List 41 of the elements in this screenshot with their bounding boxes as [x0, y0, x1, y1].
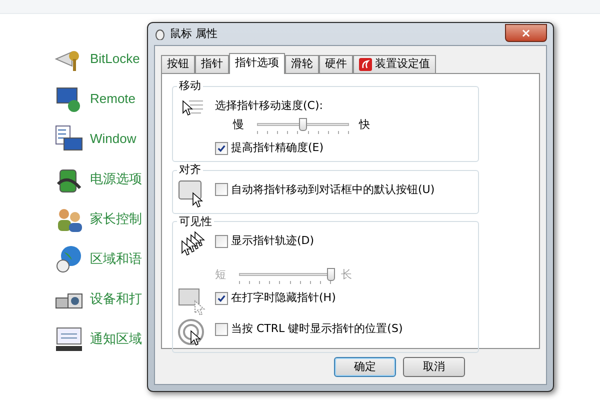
group-title: 移动: [178, 78, 202, 94]
checkbox-label: 当按 CTRL 键时显示指针的位置(S): [231, 321, 403, 337]
tab[interactable]: 装置设定值: [353, 55, 436, 73]
checkbox-label: 在打字时隐藏指针(H): [231, 290, 336, 306]
slider-thumb[interactable]: [299, 118, 307, 131]
checkbox-label: 提高指针精确度(E): [231, 140, 324, 156]
group-title: 可见性: [178, 214, 213, 230]
tab[interactable]: 按钮: [161, 55, 195, 73]
checkbox-label: 自动将指针移动到对话框中的默认按钮(U): [231, 182, 435, 198]
slider-min-label: 慢: [233, 116, 245, 133]
group-title: 对齐: [178, 162, 202, 178]
control-panel-link[interactable]: Window: [90, 129, 136, 149]
control-panel-link[interactable]: 通知区域: [90, 329, 142, 349]
dialog-button[interactable]: 确定: [334, 357, 396, 377]
slider-min-label: 短: [215, 266, 227, 283]
checkbox[interactable]: [215, 142, 228, 155]
tab[interactable]: 硬件: [319, 55, 353, 73]
slider-max-label: 长: [341, 266, 352, 283]
window-title: 鼠标 属性: [170, 26, 218, 42]
control-panel-link[interactable]: Remote: [90, 89, 136, 109]
checkbox[interactable]: [215, 234, 228, 248]
tab[interactable]: 指针: [195, 55, 229, 73]
control-panel-link[interactable]: BitLocke: [90, 49, 140, 69]
tab[interactable]: 指针选项: [229, 53, 285, 74]
control-panel-link[interactable]: 设备和打: [90, 289, 142, 309]
control-panel-link[interactable]: 家长控制: [90, 209, 142, 229]
slider-label: 选择指针移动速度(C):: [215, 98, 324, 114]
control-panel-link[interactable]: 电源选项: [90, 169, 142, 189]
checkbox[interactable]: [215, 322, 228, 336]
checkbox[interactable]: [215, 183, 228, 196]
checkbox-label: 显示指针轨迹(D): [231, 233, 314, 249]
tab[interactable]: 滑轮: [285, 55, 319, 73]
globe-clock-icon: [54, 244, 84, 274]
slider[interactable]: 慢 快: [233, 114, 370, 136]
slider-max-label: 快: [359, 116, 370, 133]
control-panel-link[interactable]: 区域和语: [90, 249, 142, 269]
close-button[interactable]: ×: [505, 24, 547, 42]
checkbox[interactable]: [215, 292, 228, 305]
dialog-button[interactable]: 取消: [403, 357, 465, 377]
mouse-icon: [154, 28, 166, 40]
hidden-pointer-icon: [177, 287, 207, 317]
